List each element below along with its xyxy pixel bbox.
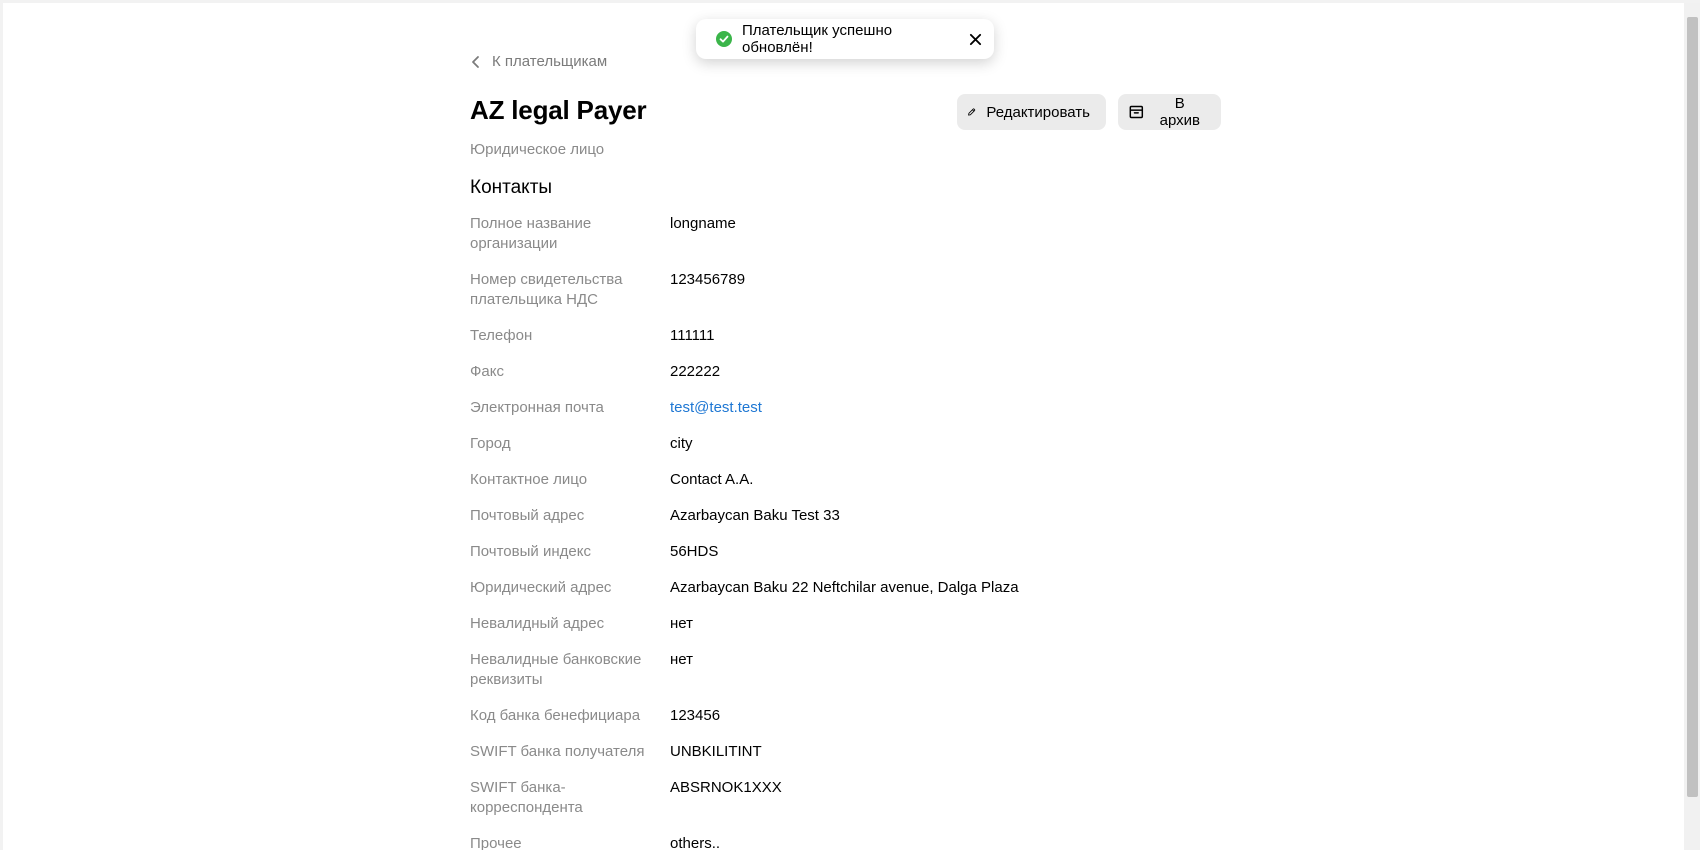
payer-type: Юридическое лицо bbox=[470, 141, 605, 158]
toast-close-button[interactable] bbox=[966, 30, 984, 48]
field-row: Код банка бенефициара 123456 bbox=[470, 706, 1230, 726]
field-label: Полное название организации bbox=[470, 215, 592, 252]
field-label: Почтовый адрес bbox=[470, 507, 585, 524]
field-label: Факс bbox=[470, 363, 504, 380]
archive-icon bbox=[1129, 105, 1144, 119]
field-value: Contact A.A. bbox=[670, 471, 754, 488]
field-row: Электронная почта test@test.test bbox=[470, 398, 1230, 418]
field-value: ABSRNOK1XXX bbox=[670, 779, 782, 796]
field-label: Невалидные банковские реквизиты bbox=[470, 651, 642, 688]
scrollbar-thumb[interactable] bbox=[1687, 17, 1698, 797]
edit-button[interactable]: Редактировать bbox=[957, 94, 1106, 130]
check-circle-icon bbox=[716, 31, 732, 47]
page-title: AZ legal Payer bbox=[470, 95, 647, 125]
field-row: Юридический адрес Azarbaycan Baku 22 Nef… bbox=[470, 578, 1230, 598]
chevron-left-icon bbox=[472, 55, 479, 68]
field-value: 123456 bbox=[670, 707, 721, 724]
field-value: 123456789 bbox=[670, 271, 746, 288]
field-row: Телефон 111111 bbox=[470, 326, 1230, 346]
field-value: нет bbox=[670, 651, 693, 668]
field-row: Номер свидетельства плательщика НДС 1234… bbox=[470, 270, 1230, 310]
archive-button[interactable]: В архив bbox=[1118, 94, 1221, 130]
toast-message: Плательщик успешно обновлён! bbox=[742, 22, 893, 56]
scrollbar[interactable] bbox=[1684, 3, 1700, 850]
field-value: longname bbox=[670, 215, 736, 232]
back-to-payers-link[interactable]: К плательщикам bbox=[470, 53, 607, 70]
field-value: Azarbaycan Baku 22 Neftchilar avenue, Da… bbox=[670, 579, 1019, 596]
success-toast: Плательщик успешно обновлён! bbox=[696, 19, 994, 59]
field-label: Контактное лицо bbox=[470, 471, 588, 488]
field-row: Невалидные банковские реквизиты нет bbox=[470, 650, 1230, 690]
field-value: others.. bbox=[670, 835, 721, 850]
field-value: city bbox=[670, 435, 693, 452]
field-label: SWIFT банка-корреспондента bbox=[470, 779, 583, 816]
field-row: SWIFT банка получателя UNBKILITINT bbox=[470, 742, 1230, 762]
field-value: 111111 bbox=[670, 327, 715, 344]
field-label: Электронная почта bbox=[470, 399, 604, 416]
field-label: Прочее bbox=[470, 835, 522, 850]
field-value: 222222 bbox=[670, 363, 721, 380]
field-label: SWIFT банка получателя bbox=[470, 743, 645, 760]
field-row: Город city bbox=[470, 434, 1230, 454]
field-row: Невалидный адрес нет bbox=[470, 614, 1230, 634]
field-row: Почтовый адрес Azarbaycan Baku Test 33 bbox=[470, 506, 1230, 526]
contacts-section-title: Контакты bbox=[470, 177, 553, 198]
email-link[interactable]: test@test.test bbox=[670, 398, 1230, 418]
field-label: Невалидный адрес bbox=[470, 615, 605, 632]
field-row: Контактное лицо Contact A.A. bbox=[470, 470, 1230, 490]
field-row: Прочее others.. bbox=[470, 834, 1230, 850]
archive-button-label: В архив bbox=[1159, 95, 1200, 129]
field-row: SWIFT банка-корреспондента ABSRNOK1XXX bbox=[470, 778, 1230, 818]
close-icon bbox=[969, 33, 981, 45]
field-row: Почтовый индекс 56HDS bbox=[470, 542, 1230, 562]
field-label: Номер свидетельства плательщика НДС bbox=[470, 271, 623, 308]
edit-button-label: Редактировать bbox=[986, 103, 1090, 121]
field-label: Почтовый индекс bbox=[470, 543, 591, 560]
field-label: Город bbox=[470, 435, 511, 452]
field-value: Azarbaycan Baku Test 33 bbox=[670, 507, 840, 524]
field-label: Телефон bbox=[470, 327, 533, 344]
field-value: 56HDS bbox=[670, 543, 719, 560]
page-viewport: К плательщикам AZ legal Payer Юридическо… bbox=[0, 0, 1700, 850]
field-value: нет bbox=[670, 615, 693, 632]
field-row: Факс 222222 bbox=[470, 362, 1230, 382]
field-value: UNBKILITINT bbox=[670, 743, 762, 760]
header-actions: Редактировать В архив bbox=[957, 94, 1221, 130]
field-label: Юридический адрес bbox=[470, 579, 612, 596]
field-row: Полное название организации longname bbox=[470, 214, 1230, 254]
back-link-label: К плательщикам bbox=[492, 53, 608, 70]
pencil-icon bbox=[968, 108, 976, 116]
field-label: Код банка бенефициара bbox=[470, 707, 641, 724]
